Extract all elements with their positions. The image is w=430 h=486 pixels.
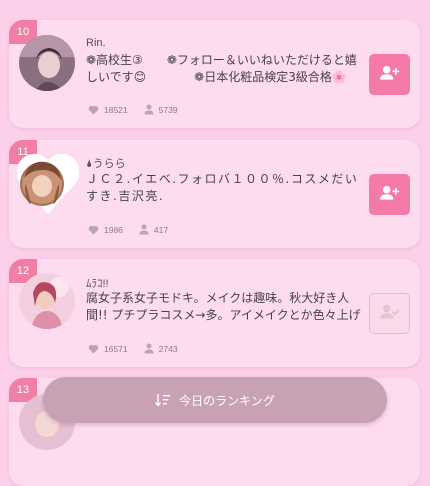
add-user-icon: [379, 185, 400, 205]
add-user-icon: [379, 65, 400, 85]
avatar[interactable]: [19, 35, 75, 91]
followers-count: 417: [153, 224, 169, 235]
user-bio: ❁高校生③ ❁フォロー＆いいねいただけると嬉しいです😊 ❁日本化粧品検定3級合格…: [86, 53, 357, 84]
likes-count: 18521: [104, 104, 128, 115]
heart-icon: [88, 225, 99, 235]
likes-count: 16571: [104, 343, 128, 354]
followers-count: 5739: [158, 104, 178, 115]
ranking-card[interactable]: 12 ﾑﾗｺ!! 腐女子系女子モドキ。メイクは趣味。秋大好き人間!! プチプラコ…: [9, 259, 420, 367]
followers-count: 2743: [158, 343, 178, 354]
follow-button[interactable]: [369, 54, 410, 95]
following-button[interactable]: [369, 293, 410, 334]
todays-ranking-button[interactable]: 今日のランキング: [43, 377, 387, 423]
todays-ranking-label: 今日のランキング: [179, 393, 275, 408]
sort-icon: [155, 393, 171, 407]
person-icon: [144, 343, 154, 354]
likes-count: 1986: [104, 224, 123, 235]
heart-icon: [88, 105, 99, 115]
user-bio: 腐女子系女子モドキ。メイクは趣味。秋大好き人間!! プチプラコスメ→多。アイメイ…: [86, 291, 361, 322]
user-stats: 18521 5739: [88, 104, 194, 115]
heart-icon: [88, 344, 99, 354]
ranking-card[interactable]: 11 🌢うらら ＪＣ２.イエベ.フォロバ１００％.コスメだいすき.吉沢亮. 19…: [9, 140, 420, 248]
user-name[interactable]: Rin.: [86, 37, 106, 49]
user-stats: 1986 417: [88, 224, 184, 235]
user-name[interactable]: ﾑﾗｺ!!: [86, 275, 109, 291]
person-icon: [144, 104, 154, 115]
user-check-icon: [379, 304, 400, 324]
ranking-card[interactable]: 10 Rin. ❁高校生③ ❁フォロー＆いいねいただけると嬉しいです😊 ❁日本化…: [9, 20, 420, 128]
avatar[interactable]: [19, 273, 75, 329]
user-stats: 16571 2743: [88, 343, 194, 354]
follow-button[interactable]: [369, 174, 410, 215]
avatar[interactable]: [16, 148, 80, 216]
user-name[interactable]: 🌢うらら: [86, 155, 126, 171]
person-icon: [139, 224, 149, 235]
user-bio: ＪＣ２.イエベ.フォロバ１００％.コスメだいすき.吉沢亮.: [86, 172, 359, 203]
